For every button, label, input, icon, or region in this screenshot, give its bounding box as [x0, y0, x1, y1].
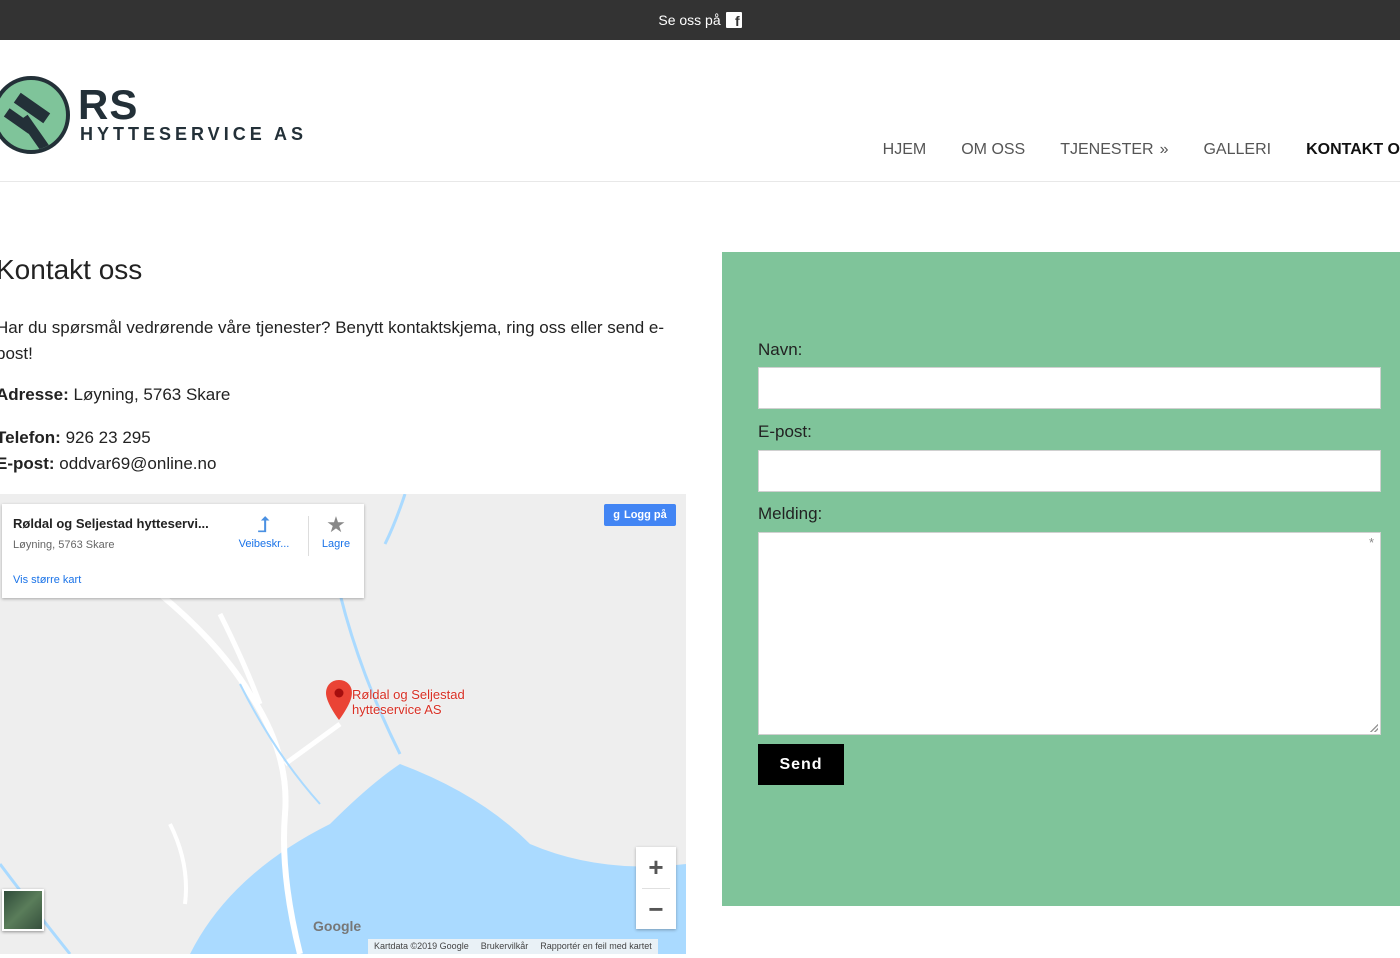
directions-icon: ⮥	[257, 512, 271, 537]
save-label: Lagre	[321, 538, 351, 550]
submenu-arrow-icon: »	[1159, 141, 1169, 158]
map-footer: Kartdata ©2019 Google Brukervilkår Rappo…	[368, 939, 658, 954]
required-marker: *	[1368, 535, 1374, 550]
embedded-map[interactable]: Røldal og Seljestad hytteservi... Løynin…	[0, 494, 686, 954]
satellite-toggle[interactable]	[2, 889, 44, 931]
directions-label: Veibeskr...	[238, 538, 290, 550]
contact-form: Navn: E-post: Melding: * Send	[722, 252, 1400, 906]
address-label: Adresse:	[0, 385, 69, 404]
facebook-icon[interactable]: f	[725, 12, 742, 28]
social-text: Se oss på	[658, 12, 721, 28]
address-line: Adresse: Løyning, 5763 Skare	[0, 385, 230, 405]
place-name: Røldal og Seljestad hytteservi...	[13, 516, 209, 531]
email-line: E-post: oddvar69@online.no	[0, 454, 216, 474]
star-icon: ★	[326, 512, 346, 537]
top-bar: Se oss på f	[0, 0, 1400, 40]
nav-item-galleri[interactable]: GALLERI	[1203, 141, 1271, 159]
name-label: Navn:	[758, 340, 803, 359]
phone-label: Telefon:	[0, 428, 61, 447]
directions-button[interactable]: ⮥ Veibeskr...	[234, 512, 294, 550]
page-title: Kontakt oss	[0, 254, 143, 285]
resize-handle[interactable]	[1370, 724, 1378, 732]
map-pin-icon[interactable]	[326, 680, 352, 720]
email-field-label: E-post:	[758, 422, 812, 441]
email-field[interactable]	[758, 450, 1381, 492]
pin-label-line1: Røldal og Seljestad	[352, 687, 465, 702]
zoom-out-button[interactable]: −	[636, 889, 676, 930]
nav-item-kontakt[interactable]: KONTAKT O	[1306, 141, 1400, 159]
message-field[interactable]: *	[758, 532, 1381, 735]
place-card: Røldal og Seljestad hytteservi... Løynin…	[2, 504, 364, 598]
pin-label[interactable]: Røldal og Seljestad hytteservice AS	[352, 687, 465, 717]
phone-line: Telefon: 926 23 295	[0, 428, 151, 448]
pin-label-line2: hytteservice AS	[352, 702, 442, 717]
site-header: RS HYTTESERVICE AS HJEM OM OSS TJENESTER…	[0, 40, 1400, 182]
nav-item-hjem[interactable]: HJEM	[883, 141, 927, 159]
save-button[interactable]: ★ Lagre	[315, 512, 357, 550]
google-logo: Google	[313, 918, 362, 934]
zoom-in-button[interactable]: +	[636, 847, 676, 888]
address-value: Løyning, 5763 Skare	[73, 385, 231, 404]
phone-value: 926 23 295	[65, 428, 151, 447]
email-label: E-post:	[0, 454, 55, 473]
report-error-link[interactable]: Rapportér en feil med kartet	[540, 941, 652, 952]
send-button[interactable]: Send	[758, 744, 844, 785]
place-address: Løyning, 5763 Skare	[13, 539, 115, 551]
nav-item-om-oss[interactable]: OM OSS	[961, 141, 1025, 159]
card-divider	[308, 516, 309, 556]
logo-text[interactable]: RS	[78, 84, 138, 126]
larger-map-link[interactable]: Vis større kart	[13, 574, 81, 586]
login-label: Logg på	[623, 509, 667, 521]
name-field[interactable]	[758, 367, 1381, 409]
nav-item-tjenester-label: TJENESTER	[1060, 141, 1154, 158]
intro-text: Har du spørsmål vedrørende våre tjeneste…	[0, 318, 665, 363]
logo-hammer-icon[interactable]	[0, 76, 70, 154]
logo-subtitle[interactable]: HYTTESERVICE AS	[80, 124, 307, 145]
main-nav: HJEM OM OSS TJENESTER » GALLERI KONTAKT O	[883, 141, 1400, 159]
nav-item-tjenester[interactable]: TJENESTER »	[1060, 141, 1168, 159]
map-data-credit: Kartdata ©2019 Google	[374, 941, 469, 951]
zoom-control: + −	[636, 847, 676, 929]
email-value[interactable]: oddvar69@online.no	[59, 454, 216, 473]
google-g-icon: g	[613, 509, 620, 521]
message-label: Melding:	[758, 504, 823, 523]
terms-link[interactable]: Brukervilkår	[481, 941, 529, 952]
google-login-button[interactable]: g Logg på	[604, 504, 676, 526]
